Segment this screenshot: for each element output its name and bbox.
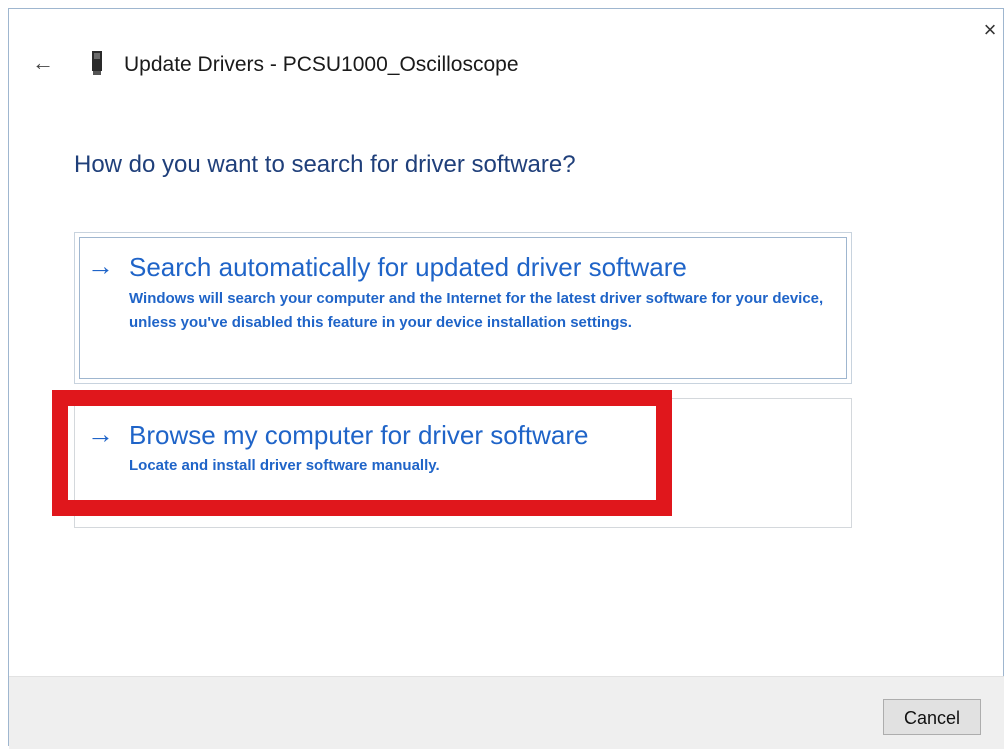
browse-computer-description: Locate and install driver software manua… — [129, 457, 440, 474]
back-arrow-icon[interactable]: ← — [30, 50, 56, 76]
page-heading: How do you want to search for driver sof… — [74, 151, 576, 178]
right-arrow-icon: → — [87, 419, 114, 449]
search-automatically-description: Windows will search your computer and th… — [129, 290, 824, 331]
browse-computer-option[interactable]: → Browse my computer for driver software… — [74, 398, 852, 528]
window-title: Update Drivers - PCSU1000_Oscilloscope — [124, 53, 519, 76]
browse-computer-title: Browse my computer for driver software — [129, 420, 589, 450]
footer-bar: Cancel — [9, 676, 1004, 749]
search-automatically-option[interactable]: → Search automatically for updated drive… — [74, 232, 852, 384]
search-automatically-title: Search automatically for updated driver … — [129, 252, 687, 282]
device-icon — [92, 51, 102, 75]
right-arrow-icon: → — [87, 251, 114, 281]
close-icon[interactable]: × — [978, 18, 1002, 42]
cancel-button[interactable]: Cancel — [883, 699, 981, 735]
